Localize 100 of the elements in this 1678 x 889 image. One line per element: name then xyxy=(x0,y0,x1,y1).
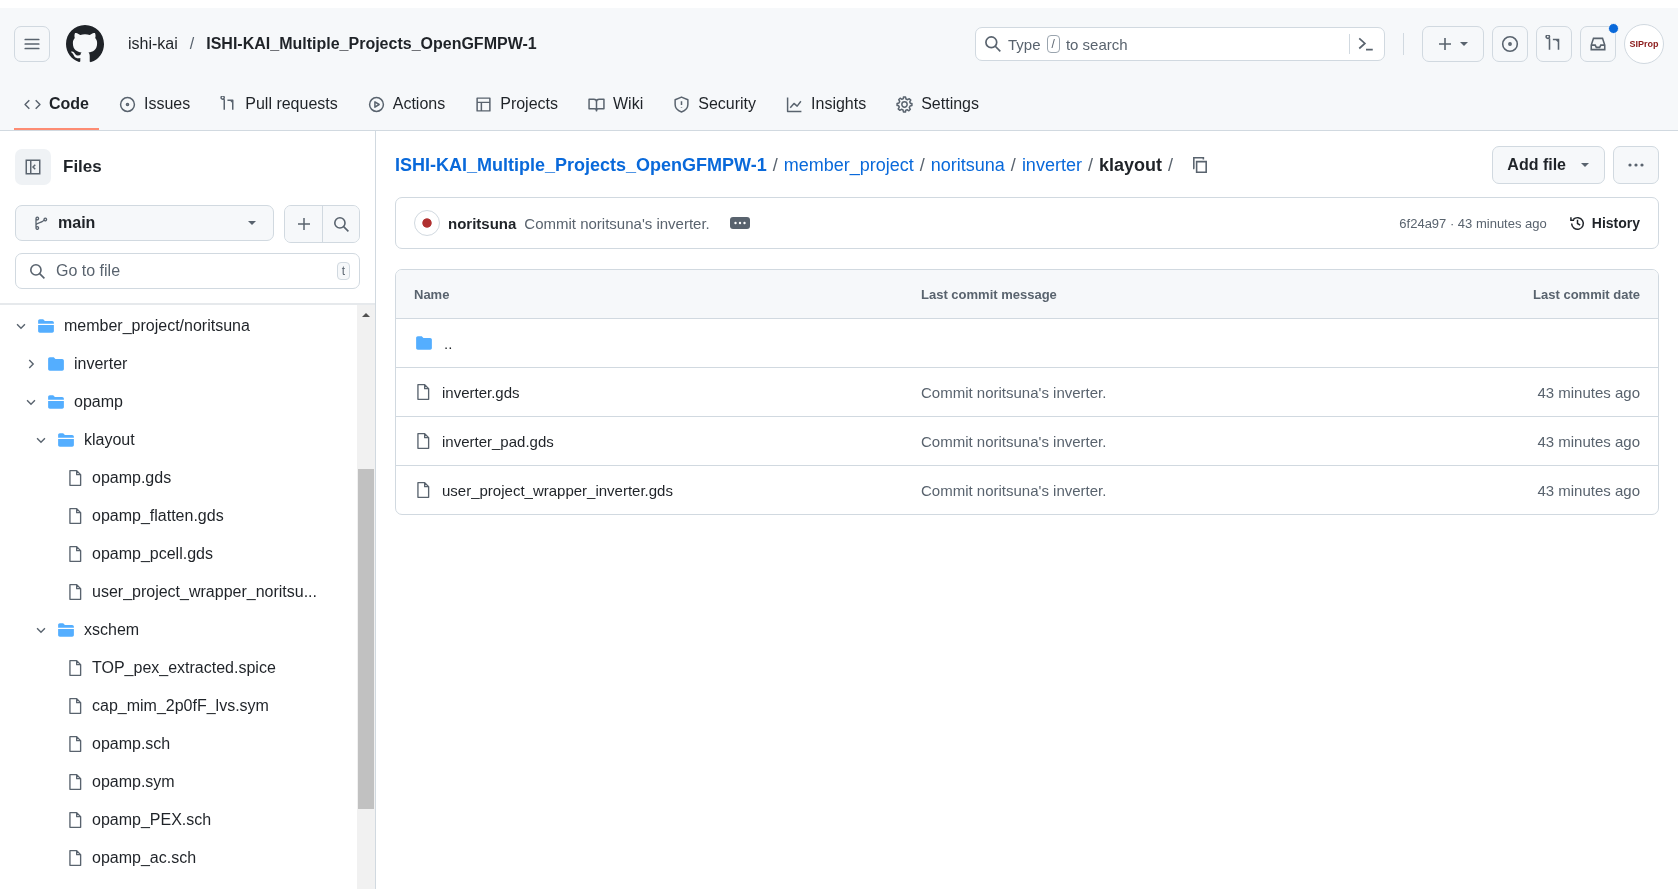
file-tree-item[interactable]: opamp_flatten.gds xyxy=(0,497,357,535)
octocat-logo-icon[interactable] xyxy=(66,25,104,63)
create-new-button[interactable] xyxy=(1422,26,1484,62)
parent-directory-link[interactable]: .. xyxy=(444,334,453,352)
history-link[interactable]: History xyxy=(1568,214,1640,232)
expand-message-button[interactable] xyxy=(729,217,750,229)
commit-message-link[interactable]: Commit noritsuna's inverter. xyxy=(921,481,1107,499)
file-icon xyxy=(66,849,84,867)
file-tree-item[interactable]: TOP_pex_extracted.spice xyxy=(0,649,357,687)
branch-selector[interactable]: main xyxy=(15,205,274,241)
menu-button[interactable] xyxy=(14,26,50,62)
repo-name-link[interactable]: ISHI-KAI_Multiple_Projects_OpenGFMPW-1 xyxy=(206,35,537,53)
add-file-button[interactable]: Add file xyxy=(1492,146,1605,184)
commit-date: 43 minutes ago xyxy=(1537,432,1640,450)
file-tree-item[interactable]: cap_mim_2p0fF_lvs.sym xyxy=(0,687,357,725)
repo-tab[interactable]: Actions xyxy=(357,80,456,130)
file-tree-item[interactable]: opamp.gds xyxy=(0,459,357,497)
inbox-button[interactable] xyxy=(1580,26,1616,62)
repo-tab[interactable]: Pull requests xyxy=(210,80,348,130)
sidebar-title: Files xyxy=(63,157,102,177)
file-tree-item[interactable]: opamp_ac.sch xyxy=(0,839,357,877)
path-separator: / xyxy=(1010,154,1016,176)
file-tree-item[interactable]: opamp_PEX.sch xyxy=(0,801,357,839)
breadcrumb-link[interactable]: ISHI-KAI_Multiple_Projects_OpenGFMPW-1 xyxy=(395,154,767,176)
folder-tree-item[interactable]: inverter xyxy=(0,345,357,383)
breadcrumb-link[interactable]: inverter xyxy=(1021,154,1082,176)
breadcrumb-link[interactable]: member_project xyxy=(783,154,914,176)
breadcrumb-link[interactable]: noritsuna xyxy=(930,154,1005,176)
file-tree-item[interactable]: opamp.sym xyxy=(0,763,357,801)
collapse-sidebar-button[interactable] xyxy=(15,149,51,185)
open-folder-icon xyxy=(56,431,76,449)
repo-tab[interactable]: Projects xyxy=(465,80,568,130)
caret-icon xyxy=(1459,39,1469,49)
plus-icon xyxy=(295,216,312,232)
file-name-link[interactable]: inverter_pad.gds xyxy=(442,432,554,450)
path-separator: / xyxy=(1167,154,1173,176)
search-placeholder-text: Type xyxy=(1008,35,1041,53)
current-folder-name: klayout xyxy=(1098,154,1162,176)
path-separator: / xyxy=(919,154,925,176)
file-icon xyxy=(66,697,84,715)
column-header: Last commit date xyxy=(1532,286,1640,302)
file-name-link[interactable]: inverter.gds xyxy=(442,383,520,401)
file-icon xyxy=(66,545,84,563)
search-icon xyxy=(29,263,46,280)
caret-icon xyxy=(1580,160,1590,170)
search-button[interactable] xyxy=(322,206,359,242)
file-name-link[interactable]: user_project_wrapper_inverter.gds xyxy=(442,481,673,499)
open-folder-icon xyxy=(46,393,66,411)
open-folder-icon xyxy=(36,317,56,335)
folder-icon xyxy=(46,355,66,373)
settings-icon xyxy=(896,95,914,113)
file-tree-item[interactable]: user_project_wrapper_noritsu... xyxy=(0,573,357,611)
file-tree-item[interactable]: opamp_pcell.gds xyxy=(0,535,357,573)
shield-icon xyxy=(673,95,691,113)
sidebar-icon xyxy=(24,158,42,176)
folder-tree-item[interactable]: xschem xyxy=(0,611,357,649)
play-icon xyxy=(367,95,385,113)
repo-tab[interactable]: Wiki xyxy=(578,80,654,130)
search-field[interactable]: Type / to search xyxy=(975,27,1385,61)
file-icon xyxy=(414,481,432,499)
commit-date: 43 minutes ago xyxy=(1537,481,1640,499)
command-palette-icon[interactable] xyxy=(1356,35,1376,53)
folder-tree-item[interactable]: opamp xyxy=(0,383,357,421)
file-icon xyxy=(66,507,84,525)
column-header: Last commit message xyxy=(921,286,1058,302)
folder-tree-item[interactable]: klayout xyxy=(0,421,357,459)
issues-button[interactable] xyxy=(1492,26,1528,62)
commit-sha-time: 6f24a97 · 43 minutes ago xyxy=(1399,215,1547,231)
repo-tab[interactable]: Code xyxy=(14,80,99,130)
scrollbar-thumb[interactable] xyxy=(358,469,374,809)
column-header: Name xyxy=(414,286,451,302)
caret-icon xyxy=(247,218,257,228)
author-link[interactable]: noritsuna xyxy=(448,214,517,232)
copy-icon[interactable] xyxy=(1190,156,1209,174)
file-icon xyxy=(66,583,84,601)
scroll-up-icon[interactable] xyxy=(361,311,371,319)
history-icon xyxy=(1568,214,1586,232)
ellipsis-icon xyxy=(732,221,747,225)
file-icon xyxy=(66,659,84,677)
repo-tab[interactable]: Settings xyxy=(886,80,989,130)
file-icon xyxy=(66,735,84,753)
file-tree-item[interactable]: opamp.sch xyxy=(0,725,357,763)
commit-message-link[interactable]: Commit noritsuna's inverter. xyxy=(524,214,710,232)
repo-tab[interactable]: Security xyxy=(663,80,767,130)
book-icon xyxy=(588,95,605,113)
pull-requests-button[interactable] xyxy=(1536,26,1572,62)
user-avatar[interactable]: SIProp xyxy=(1624,24,1664,64)
shortcut-key: / xyxy=(1046,35,1060,53)
plus-icon xyxy=(1437,36,1453,52)
file-icon xyxy=(66,773,84,791)
commit-date: 43 minutes ago xyxy=(1537,383,1640,401)
commit-message-link[interactable]: Commit noritsuna's inverter. xyxy=(921,432,1107,450)
repo-tab[interactable]: Insights xyxy=(776,80,877,130)
folder-tree-item[interactable]: member_project/noritsuna xyxy=(0,307,357,345)
author-avatar[interactable] xyxy=(414,210,440,236)
repo-tab[interactable]: Issues xyxy=(109,80,201,130)
commit-message-link[interactable]: Commit noritsuna's inverter. xyxy=(921,383,1107,401)
owner-link[interactable]: ishi-kai xyxy=(128,35,178,53)
scrollbar[interactable] xyxy=(357,305,375,889)
search-placeholder-text: to search xyxy=(1065,35,1128,53)
